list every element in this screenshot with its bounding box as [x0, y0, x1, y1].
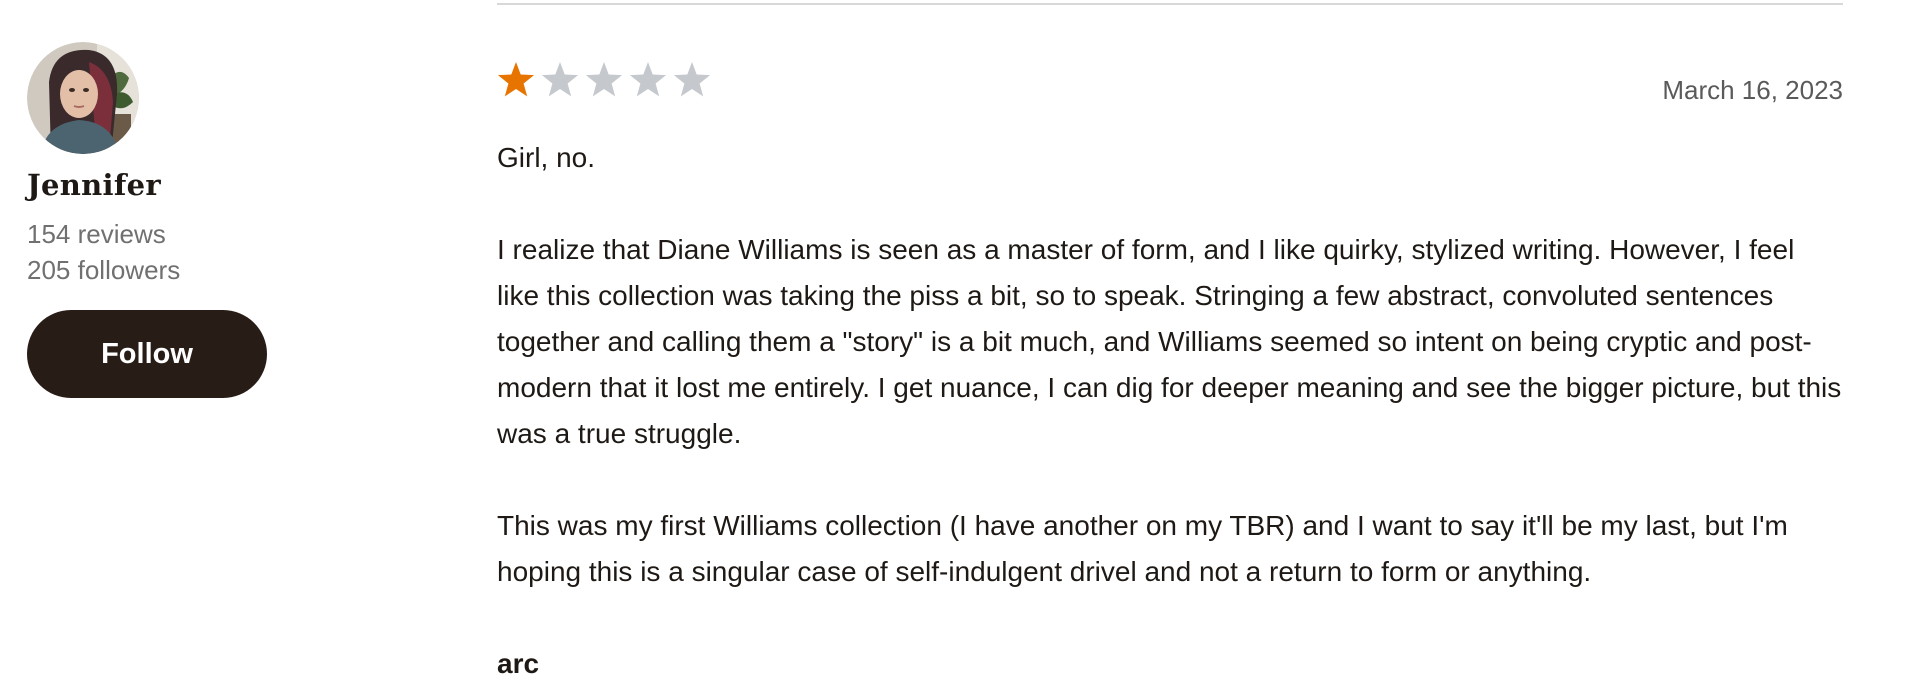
star-empty-icon: [629, 62, 667, 100]
review-card: March 16, 2023 Girl, no. I realize that …: [497, 62, 1843, 684]
reviewer-avatar[interactable]: [27, 42, 139, 154]
reviewer-card: Jennifer 154 reviews 205 followers Follo…: [27, 42, 287, 398]
avatar-photo-icon: [27, 42, 139, 154]
review-paragraph: This was my first Williams collection (I…: [497, 510, 1788, 587]
star-filled-icon: [497, 62, 535, 100]
review-header: March 16, 2023: [497, 62, 1843, 118]
star-empty-icon: [673, 62, 711, 100]
review-paragraph: I realize that Diane Williams is seen as…: [497, 234, 1842, 449]
review-text: Girl, no. I realize that Diane Williams …: [497, 135, 1843, 684]
follow-button[interactable]: Follow: [27, 310, 267, 398]
review-paragraph: Girl, no.: [497, 142, 596, 173]
top-divider: [497, 3, 1843, 5]
reviewer-stats: 154 reviews 205 followers: [27, 216, 287, 288]
reviewer-name[interactable]: Jennifer: [27, 168, 287, 202]
star-empty-icon: [585, 62, 623, 100]
review-count: 154 reviews: [27, 219, 166, 249]
shelf-tag[interactable]: arc: [497, 641, 1843, 684]
star-rating: [497, 62, 1843, 100]
star-empty-icon: [541, 62, 579, 100]
review-date[interactable]: March 16, 2023: [1662, 75, 1843, 106]
follower-count: 205 followers: [27, 255, 181, 285]
